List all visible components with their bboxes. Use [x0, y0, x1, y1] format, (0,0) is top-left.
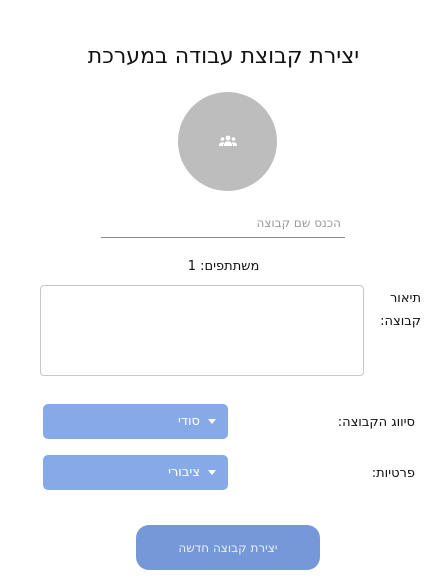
- group-name-input[interactable]: [101, 208, 345, 237]
- page-title: יצירת קבוצת עבודה במערכת: [87, 44, 360, 69]
- description-label-line2: קבוצה:: [380, 314, 421, 329]
- classification-dropdown[interactable]: סודי: [43, 404, 228, 439]
- privacy-dropdown[interactable]: ציבורי: [43, 455, 228, 490]
- group-icon: [218, 132, 238, 151]
- privacy-label: פרטיות:: [371, 466, 415, 481]
- privacy-selected: ציבורי: [168, 465, 200, 480]
- description-textarea[interactable]: [40, 285, 364, 376]
- chevron-down-icon: [208, 419, 216, 424]
- group-avatar[interactable]: [178, 92, 277, 191]
- description-label-line1: תיאור: [389, 291, 421, 306]
- classification-selected: סודי: [178, 414, 200, 429]
- chevron-down-icon: [208, 470, 216, 475]
- description-label: תיאור קבוצה:: [366, 287, 421, 333]
- group-name-field[interactable]: [101, 208, 345, 238]
- classification-label: סיווג הקבוצה:: [337, 415, 415, 430]
- participants-count: משתתפים: 1: [187, 259, 260, 274]
- create-group-button[interactable]: יצירת קבוצה חדשה: [136, 525, 320, 570]
